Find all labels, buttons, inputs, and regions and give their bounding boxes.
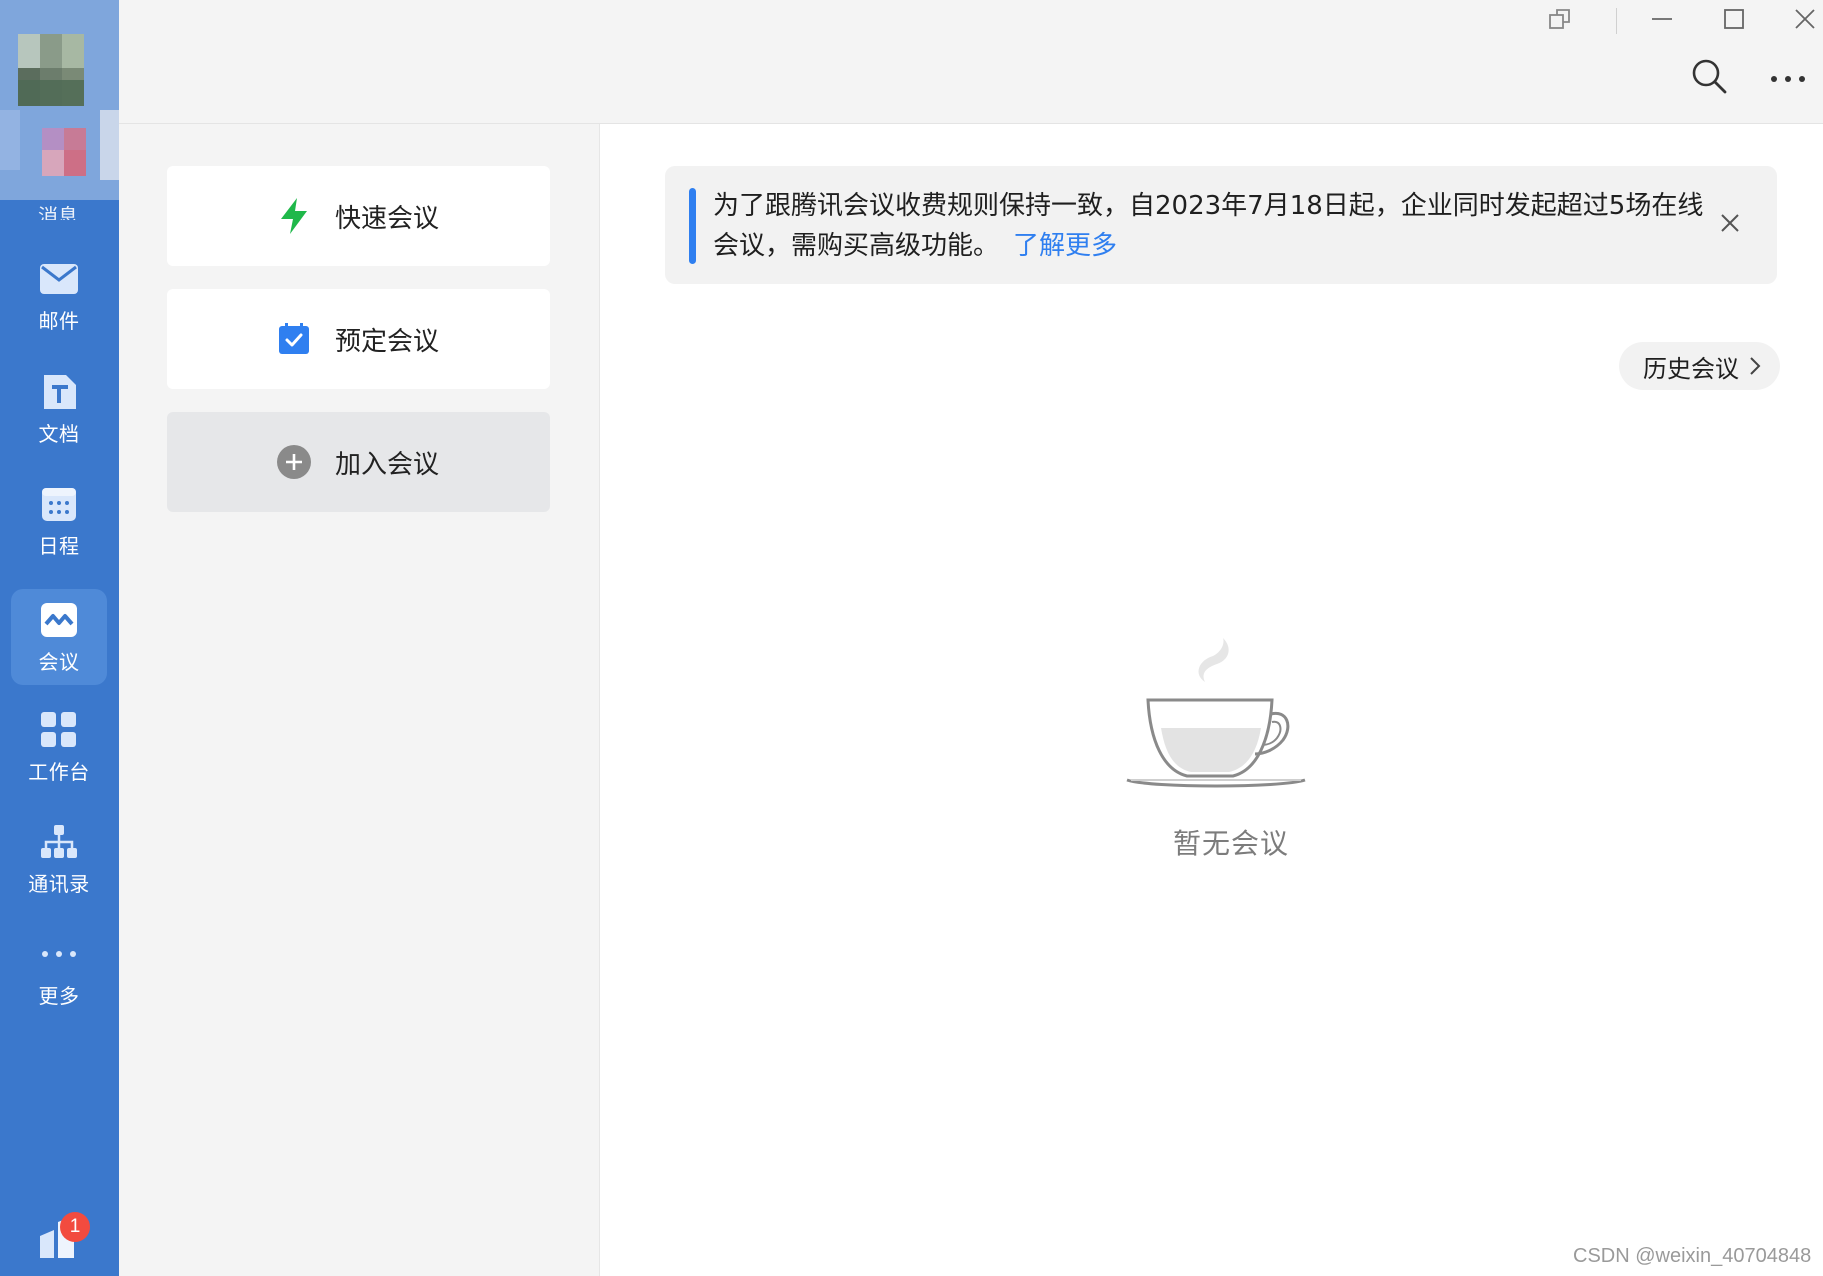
sidebar-item-label: 更多	[38, 983, 80, 1008]
sidebar-item-label: 工作台	[28, 759, 90, 784]
sidebar-item-label: 日程	[38, 533, 80, 558]
billing-notice-banner: 为了跟腾讯会议收费规则保持一致，自2023年7月18日起，企业同时发起超过5场在…	[665, 166, 1777, 284]
meeting-actions-panel: 快速会议 预定会议 加入会议	[119, 124, 600, 1276]
quick-meeting-label: 快速会议	[335, 203, 440, 234]
sidebar-item-contacts[interactable]: 通讯录	[11, 811, 107, 907]
minimize-button[interactable]	[1644, 6, 1680, 36]
close-window-button[interactable]	[1787, 6, 1823, 36]
notice-accent-bar	[689, 188, 696, 264]
sidebar-item-label: 会议	[38, 649, 80, 674]
meeting-icon	[39, 600, 79, 640]
meeting-list-area: 为了跟腾讯会议收费规则保持一致，自2023年7月18日起，企业同时发起超过5场在…	[601, 124, 1823, 1276]
sidebar-item-more[interactable]: 更多	[11, 923, 107, 1019]
quick-meeting-button[interactable]: 快速会议	[167, 166, 550, 266]
minimize-icon	[1651, 8, 1673, 34]
lightning-icon	[275, 197, 313, 235]
search-button[interactable]	[1687, 56, 1731, 100]
history-meetings-label: 历史会议	[1643, 354, 1739, 383]
watermark: CSDN @weixin_40704848	[1573, 1245, 1812, 1267]
grid-icon	[39, 710, 79, 750]
chevron-right-icon	[1749, 354, 1767, 378]
plus-circle-icon	[275, 443, 313, 481]
sidebar-item-workbench[interactable]: 工作台	[11, 699, 107, 795]
document-icon	[39, 372, 79, 412]
close-icon	[1794, 8, 1816, 34]
search-icon	[1690, 57, 1728, 99]
titlebar-divider	[1616, 8, 1617, 34]
sidebar-item-label: 通讯录	[28, 871, 90, 896]
maximize-button[interactable]	[1716, 6, 1752, 36]
popout-icon	[1548, 7, 1572, 35]
maximize-icon	[1723, 8, 1745, 34]
sidebar-item-meeting[interactable]: 会议	[11, 589, 107, 685]
learn-more-link[interactable]: 了解更多	[1013, 231, 1117, 261]
schedule-meeting-label: 预定会议	[335, 326, 440, 357]
notification-badge: 1	[60, 1212, 90, 1242]
sidebar-item-messages-label[interactable]: 消息	[38, 200, 82, 220]
popout-button[interactable]	[1542, 6, 1578, 36]
close-icon	[1720, 213, 1740, 237]
sidebar-item-label: 文档	[38, 421, 80, 446]
sidebar-item-schedule[interactable]: 日程	[11, 473, 107, 569]
more-options-button[interactable]	[1766, 56, 1810, 100]
calendar-check-icon	[275, 320, 313, 358]
more-dots-icon	[39, 934, 79, 974]
top-bar	[119, 0, 1823, 124]
join-meeting-button[interactable]: 加入会议	[167, 412, 550, 512]
left-nav-sidebar: 消息 邮件 文档 日程 会议 工作台 通讯录 更多 1	[0, 0, 140, 1276]
calendar-icon	[39, 484, 79, 524]
org-chart-icon	[39, 822, 79, 862]
notice-close-button[interactable]	[1715, 210, 1745, 240]
history-meetings-button[interactable]: 历史会议	[1619, 342, 1780, 390]
schedule-meeting-button[interactable]: 预定会议	[167, 289, 550, 389]
sidebar-item-docs[interactable]: 文档	[11, 361, 107, 457]
more-horizontal-icon	[1769, 69, 1807, 88]
sidebar-item-mail[interactable]: 邮件	[11, 248, 107, 344]
notice-message: 为了跟腾讯会议收费规则保持一致，自2023年7月18日起，企业同时发起超过5场在…	[713, 186, 1713, 266]
sidebar-item-label: 邮件	[38, 308, 80, 333]
mail-icon	[39, 259, 79, 299]
empty-state-text: 暂无会议	[1172, 827, 1289, 860]
notice-text: 为了跟腾讯会议收费规则保持一致，自2023年7月18日起，企业同时发起超过5场在…	[713, 191, 1704, 261]
join-meeting-label: 加入会议	[335, 449, 440, 480]
coffee-cup-icon	[1121, 630, 1311, 790]
